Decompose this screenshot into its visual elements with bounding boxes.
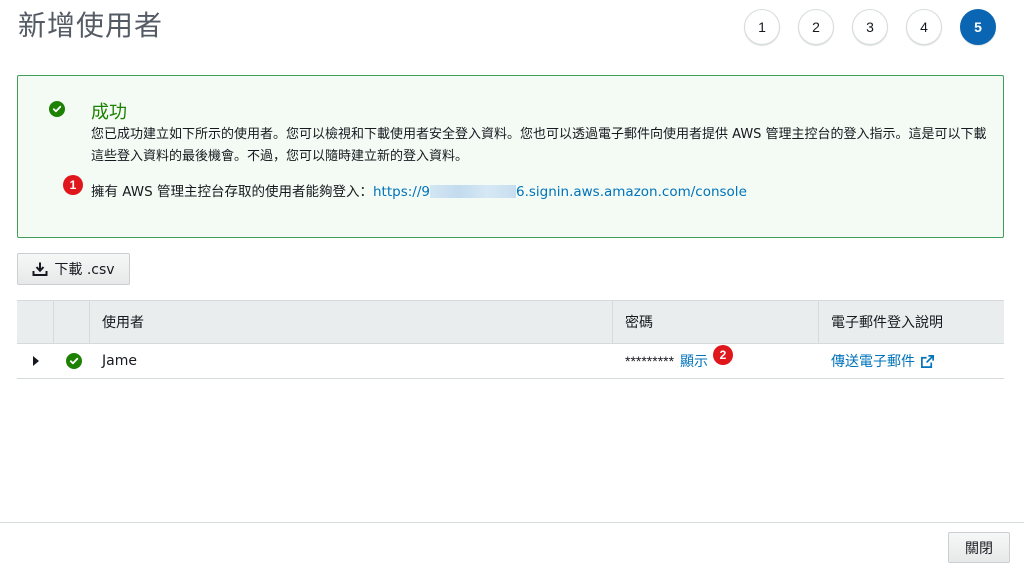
users-table: 使用者 密碼 電子郵件登入說明 Jame ********* 顯示 2 傳送電子…: [17, 300, 1004, 379]
header-password: 密碼: [613, 301, 819, 343]
success-check-icon: [49, 101, 65, 117]
table-row: Jame ********* 顯示 2 傳送電子郵件: [17, 344, 1004, 379]
status-cell: [54, 344, 90, 378]
download-icon: [32, 262, 48, 276]
page-title: 新增使用者: [18, 9, 164, 42]
show-password-link[interactable]: 顯示: [680, 351, 708, 371]
header-user: 使用者: [90, 301, 613, 343]
login-prefix: 擁有 AWS 管理主控台存取的使用者能夠登入：: [91, 184, 373, 200]
step-3[interactable]: 3: [852, 9, 888, 45]
header-email-instructions: 電子郵件登入說明: [831, 315, 943, 331]
expand-caret-icon[interactable]: [32, 356, 39, 366]
user-name: Jame: [102, 353, 137, 369]
password-mask: *********: [625, 353, 675, 369]
download-csv-label: 下載 .csv: [54, 262, 115, 278]
console-login-line: 擁有 AWS 管理主控台存取的使用者能夠登入：https://9 6.signin…: [91, 180, 747, 200]
step-2[interactable]: 2: [798, 9, 834, 45]
step-1[interactable]: 1: [744, 9, 780, 45]
redacted-account-id: [429, 185, 516, 198]
add-user-page: 新增使用者 1 2 3 4 5 成功 您已成功建立如下所示的使用者。您可以檢視和…: [0, 0, 1024, 568]
password-cell: ********* 顯示 2: [613, 344, 819, 378]
wizard-steps: 1 2 3 4 5: [744, 9, 1014, 45]
external-link-icon[interactable]: [920, 354, 935, 369]
footer-bar: 關閉: [0, 522, 1024, 568]
expand-cell: [17, 344, 54, 378]
success-check-icon: [66, 353, 82, 369]
step-5-current[interactable]: 5: [960, 9, 996, 45]
header-status: [54, 301, 90, 343]
success-alert: 成功 您已成功建立如下所示的使用者。您可以檢視和下載使用者安全登入資料。您也可以…: [17, 75, 1004, 238]
step-4[interactable]: 4: [906, 9, 942, 45]
alert-body: 您已成功建立如下所示的使用者。您可以檢視和下載使用者安全登入資料。您也可以透過電…: [91, 127, 987, 164]
alert-title: 成功: [91, 102, 127, 123]
close-button[interactable]: 關閉: [948, 532, 1010, 563]
send-email-link[interactable]: 傳送電子郵件: [831, 351, 915, 371]
download-csv-button[interactable]: 下載 .csv: [17, 253, 130, 285]
console-login-link[interactable]: https://9 6.signin.aws.amazon.com/console: [373, 184, 747, 200]
email-cell: 傳送電子郵件: [819, 344, 1004, 378]
header-expand: [17, 301, 54, 343]
annotation-badge-1: 1: [63, 175, 83, 195]
table-header: 使用者 密碼 電子郵件登入說明: [17, 300, 1004, 344]
annotation-badge-2: 2: [713, 345, 733, 365]
